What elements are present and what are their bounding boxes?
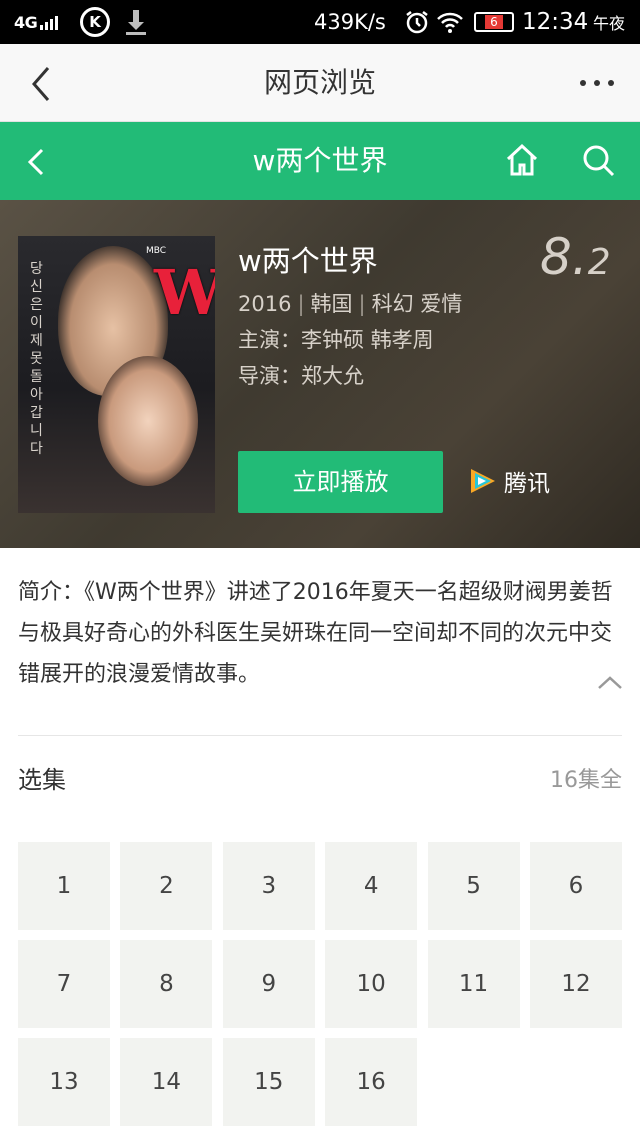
episode-button[interactable]: 6 xyxy=(529,842,622,930)
movie-genre: 科幻 爱情 xyxy=(371,292,463,316)
episodes-heading: 选集 xyxy=(18,766,66,794)
home-button[interactable] xyxy=(504,142,540,178)
movie-director: 导演：郑大允 xyxy=(238,364,364,388)
movie-title: w两个世界 xyxy=(238,244,378,278)
browser-header: 网页浏览 xyxy=(0,44,640,122)
episode-button[interactable]: 3 xyxy=(222,842,315,930)
signal-bars-icon xyxy=(40,14,59,30)
browser-title: 网页浏览 xyxy=(263,66,376,99)
site-nav-bar: w两个世界 xyxy=(0,122,640,200)
movie-meta: 2016 | 韩国 | 科幻 爱情 xyxy=(238,292,463,316)
network-speed: 439K/s xyxy=(314,10,386,34)
search-button[interactable] xyxy=(580,142,616,180)
episode-button[interactable]: 12 xyxy=(529,940,622,1028)
score-integer: 8. xyxy=(540,228,588,286)
movie-synopsis: 简介：《W两个世界》讲述了2016年夏天一名超级财阀男姜哲与极具好奇心的外科医生… xyxy=(18,580,613,687)
movie-cast: 主演：李钟硕 韩孝周 xyxy=(238,328,434,352)
episode-button[interactable]: 10 xyxy=(325,940,418,1028)
play-now-button[interactable]: 立即播放 xyxy=(238,451,443,513)
tencent-video-icon xyxy=(471,469,495,493)
episode-button[interactable]: 2 xyxy=(120,842,213,930)
episode-button[interactable]: 13 xyxy=(18,1038,110,1126)
episode-button[interactable]: 1 xyxy=(18,842,110,930)
episode-button[interactable]: 9 xyxy=(222,940,315,1028)
signal-indicator: 4G xyxy=(14,0,59,44)
movie-poster[interactable]: MBC W 당신은 이제 못 돌아 갑니다 xyxy=(18,236,215,513)
movie-year: 2016 xyxy=(238,292,292,316)
k-app-icon: K xyxy=(80,7,110,37)
episode-button[interactable]: 16 xyxy=(325,1038,418,1126)
episode-button[interactable]: 7 xyxy=(18,940,110,1028)
chevron-up-icon xyxy=(598,676,622,689)
episode-button[interactable]: 14 xyxy=(120,1038,213,1126)
movie-region: 韩国 xyxy=(310,292,353,316)
poster-broadcaster: MBC xyxy=(146,246,167,256)
episodes-count: 16集全 xyxy=(550,768,622,793)
battery-icon: 6 xyxy=(474,12,514,32)
video-source-name: 腾讯 xyxy=(504,471,550,497)
site-title: w两个世界 xyxy=(252,144,388,177)
more-button[interactable] xyxy=(580,80,614,86)
score-decimal: 2 xyxy=(587,242,611,283)
episode-grid: 1 2 3 4 5 6 7 8 9 10 11 12 13 14 15 16 xyxy=(18,842,622,1126)
download-icon xyxy=(124,0,148,44)
video-source[interactable]: 腾讯 xyxy=(466,462,550,500)
poster-logo: W xyxy=(154,256,215,329)
home-icon xyxy=(506,143,538,176)
battery-level: 6 xyxy=(485,15,503,29)
collapse-button[interactable] xyxy=(596,672,624,694)
status-bar: 4G K 439K/s 6 12:34 午夜 xyxy=(0,0,640,44)
episode-button[interactable]: 4 xyxy=(325,842,418,930)
movie-score: 8.2 xyxy=(540,228,611,286)
clock-period: 午夜 xyxy=(593,14,626,33)
more-dots-icon xyxy=(580,80,586,86)
wifi-icon xyxy=(436,0,464,44)
clock: 12:34 xyxy=(522,9,589,35)
search-icon xyxy=(583,145,615,177)
episode-button[interactable]: 11 xyxy=(427,940,520,1028)
poster-figure xyxy=(98,356,198,486)
movie-hero: MBC W 당신은 이제 못 돌아 갑니다 w两个世界 8.2 2016 | 韩国 |… xyxy=(0,200,640,548)
alarm-icon xyxy=(404,0,430,44)
divider xyxy=(18,735,622,736)
episode-button[interactable]: 15 xyxy=(222,1038,315,1126)
episode-button[interactable]: 8 xyxy=(120,940,213,1028)
poster-tagline: 당신은 이제 못 돌아 갑니다 xyxy=(30,261,43,457)
network-type: 4G xyxy=(14,12,38,32)
episode-button[interactable]: 5 xyxy=(427,842,520,930)
